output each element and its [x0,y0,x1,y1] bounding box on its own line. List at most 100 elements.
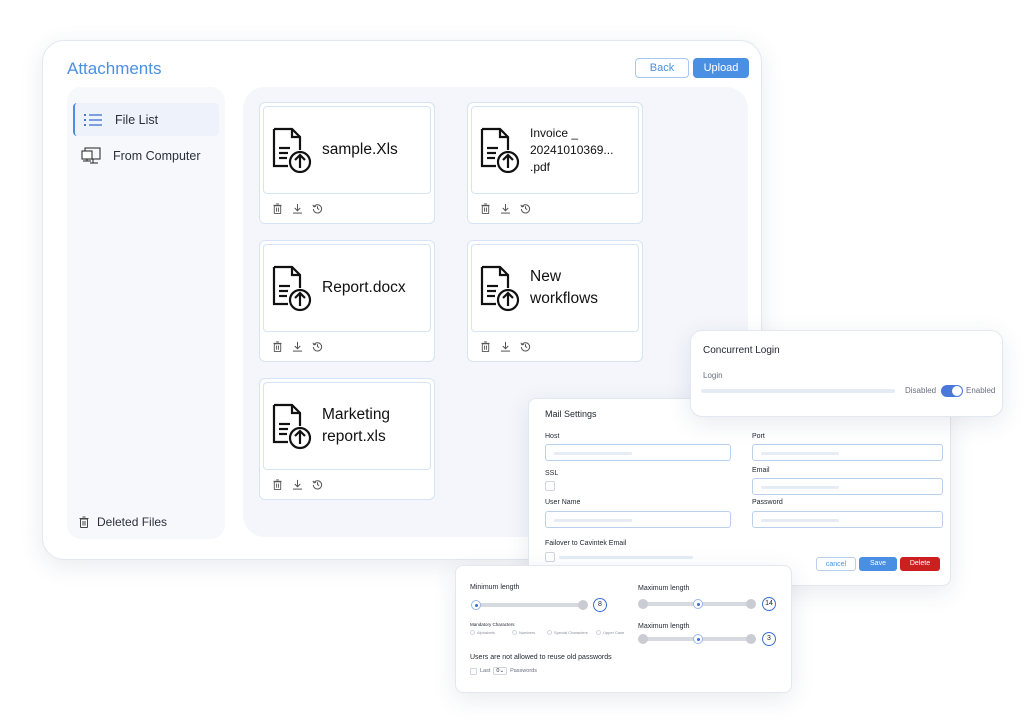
max-length-label: Maximum length [638,585,690,592]
download-icon[interactable] [500,203,511,214]
ssl-label: SSL [545,470,559,477]
file-preview[interactable]: Invoice _ 20241010369... .pdf [471,106,639,194]
slider-handle[interactable] [638,634,648,644]
radio-icon [470,630,475,635]
file-preview[interactable]: Marketing report.xls [263,382,431,470]
back-button[interactable]: Back [635,58,689,78]
mail-settings-panel: Mail Settings Host Port SSL Email User N… [528,398,951,586]
slider-handle[interactable] [746,634,756,644]
disabled-label: Disabled [905,386,937,395]
delete-button[interactable]: Delete [900,557,940,571]
port-label: Port [752,433,765,440]
file-name-line: 20241010369... [530,142,614,157]
login-toggle[interactable] [941,385,963,397]
option-numbers[interactable]: Numbers [512,630,535,635]
download-icon[interactable] [292,479,303,490]
file-actions [272,479,323,490]
option-special-characters[interactable]: Special Characters [547,630,588,635]
file-upload-icon [272,127,312,174]
list-icon [83,112,103,128]
file-card[interactable]: sample.Xls [259,102,435,224]
option-upper-case[interactable]: Upper Case [596,630,624,635]
file-upload-icon [272,265,312,312]
file-name-line: report.xls [322,428,386,445]
file-preview[interactable]: Report.docx [263,244,431,332]
login-label: Login [703,371,723,380]
file-name: Marketing report.xls [322,404,390,448]
sidebar-item-deleted-files[interactable]: Deleted Files [79,515,167,529]
history-icon[interactable] [520,341,531,352]
file-name: sample.Xls [322,141,398,158]
file-name-line: workflows [530,290,599,307]
slider-handle[interactable] [638,599,648,609]
sidebar: File List From Computer Deleted Files [67,87,225,539]
last-count-select[interactable]: 0⌄ [493,667,508,675]
file-name-line: Marketing [322,406,391,423]
save-button[interactable]: Save [859,557,897,571]
download-icon[interactable] [292,203,303,214]
host-input[interactable] [545,444,731,461]
mandatory-label: Mandatory Characters [470,622,515,627]
email-input[interactable] [752,478,943,495]
password-input[interactable] [752,511,943,528]
port-input[interactable] [752,444,943,461]
sidebar-item-label: From Computer [113,148,201,163]
passwords-label: Passwords [510,668,537,674]
cancel-button[interactable]: cancel [816,557,856,571]
username-input[interactable] [545,511,731,528]
host-label: Host [545,433,560,440]
history-icon[interactable] [312,341,323,352]
reuse-setting: Last 0⌄ Passwords [470,667,537,675]
trash-icon[interactable] [272,479,283,490]
file-name: Invoice _ 20241010369... .pdf [530,125,613,176]
sidebar-item-label: File List [115,112,159,127]
slider-handle[interactable] [746,599,756,609]
slider-handle[interactable] [578,600,588,610]
radio-icon [547,630,552,635]
trash-icon[interactable] [272,203,283,214]
upload-button[interactable]: Upload [693,58,749,78]
file-preview[interactable]: New workflows [471,244,639,332]
file-actions [272,203,323,214]
trash-icon[interactable] [480,341,491,352]
min-length-slider[interactable] [472,603,584,607]
failover-checkbox[interactable] [545,552,555,562]
history-icon[interactable] [520,203,531,214]
file-preview[interactable]: sample.Xls [263,106,431,194]
file-upload-icon [480,127,520,174]
chevron-down-icon: ⌄ [499,668,505,674]
password-label: Password [752,499,783,506]
sidebar-item-file-list[interactable]: File List [73,103,219,136]
slider-handle[interactable] [693,599,703,609]
computer-icon [81,146,101,164]
file-card[interactable]: Invoice _ 20241010369... .pdf [467,102,643,224]
file-card[interactable]: Report.docx [259,240,435,362]
slider-handle[interactable] [471,600,481,610]
file-upload-icon [272,403,312,450]
max-length-value: 14 [762,597,776,611]
concurrent-login-panel: Concurrent Login Login Disabled Enabled [690,330,1003,417]
deleted-files-label: Deleted Files [97,515,168,529]
slider-handle[interactable] [693,634,703,644]
option-label: Numbers [519,630,536,635]
trash-icon[interactable] [272,341,283,352]
trash-icon[interactable] [480,203,491,214]
download-icon[interactable] [292,341,303,352]
panel-title: Concurrent Login [703,345,780,356]
history-icon[interactable] [312,203,323,214]
max-length-value: 3 [762,632,776,646]
download-icon[interactable] [500,341,511,352]
history-icon[interactable] [312,479,323,490]
reuse-checkbox[interactable] [470,667,477,675]
option-alphabets[interactable]: Alphabets [470,630,495,635]
file-upload-icon [480,265,520,312]
file-name-line: Invoice _ [530,125,579,140]
file-actions [480,341,531,352]
min-length-value: 8 [593,598,607,612]
sidebar-item-from-computer[interactable]: From Computer [73,139,219,172]
file-card[interactable]: New workflows [467,240,643,362]
ssl-checkbox[interactable] [545,481,555,491]
failover-placeholder [559,556,693,559]
file-card[interactable]: Marketing report.xls [259,378,435,500]
login-placeholder [701,389,895,393]
